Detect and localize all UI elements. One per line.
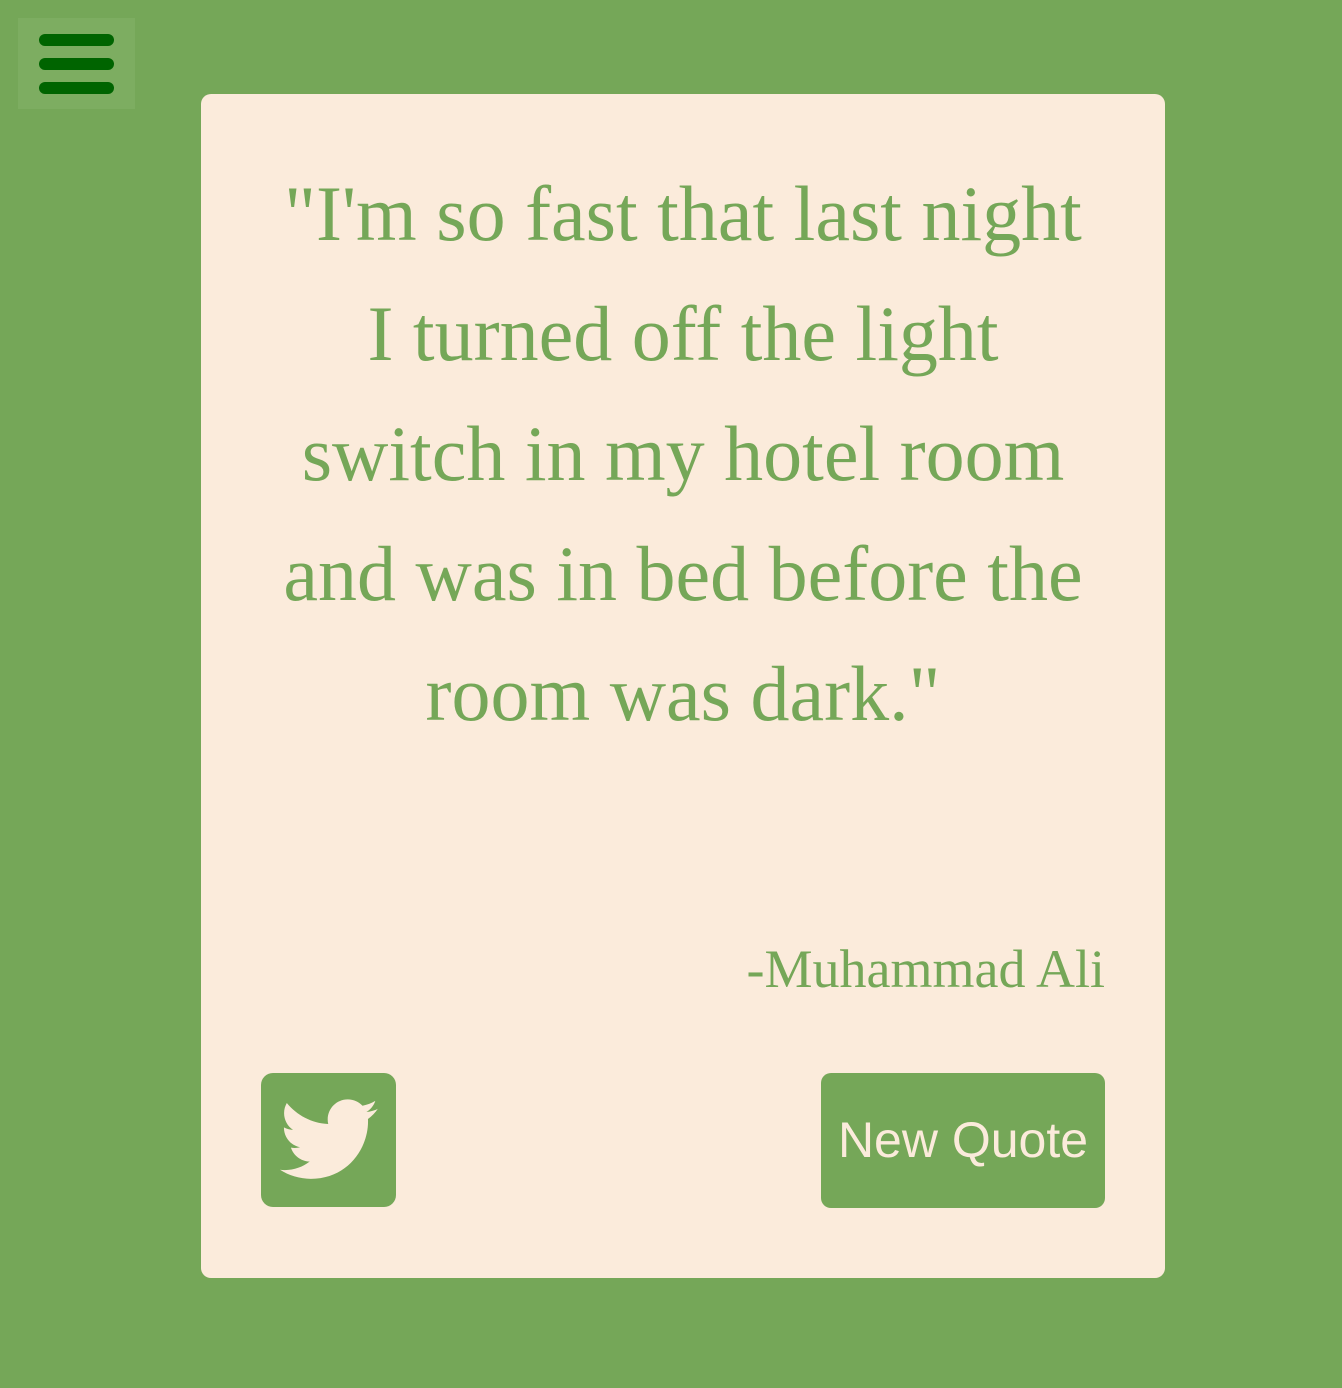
menu-bar-top	[39, 33, 114, 46]
quote-author: -Muhammad Ali	[746, 939, 1105, 999]
quote-text: "I'm so fast that last night I turned of…	[283, 170, 1083, 737]
new-quote-button[interactable]: New Quote	[821, 1073, 1105, 1208]
twitter-bird-icon	[279, 1099, 378, 1179]
tweet-button[interactable]	[261, 1073, 396, 1207]
menu-bar-middle	[39, 57, 114, 70]
menu-button[interactable]	[18, 18, 135, 109]
menu-bar-bottom	[39, 81, 114, 94]
quote-card: "I'm so fast that last night I turned of…	[201, 94, 1165, 1278]
